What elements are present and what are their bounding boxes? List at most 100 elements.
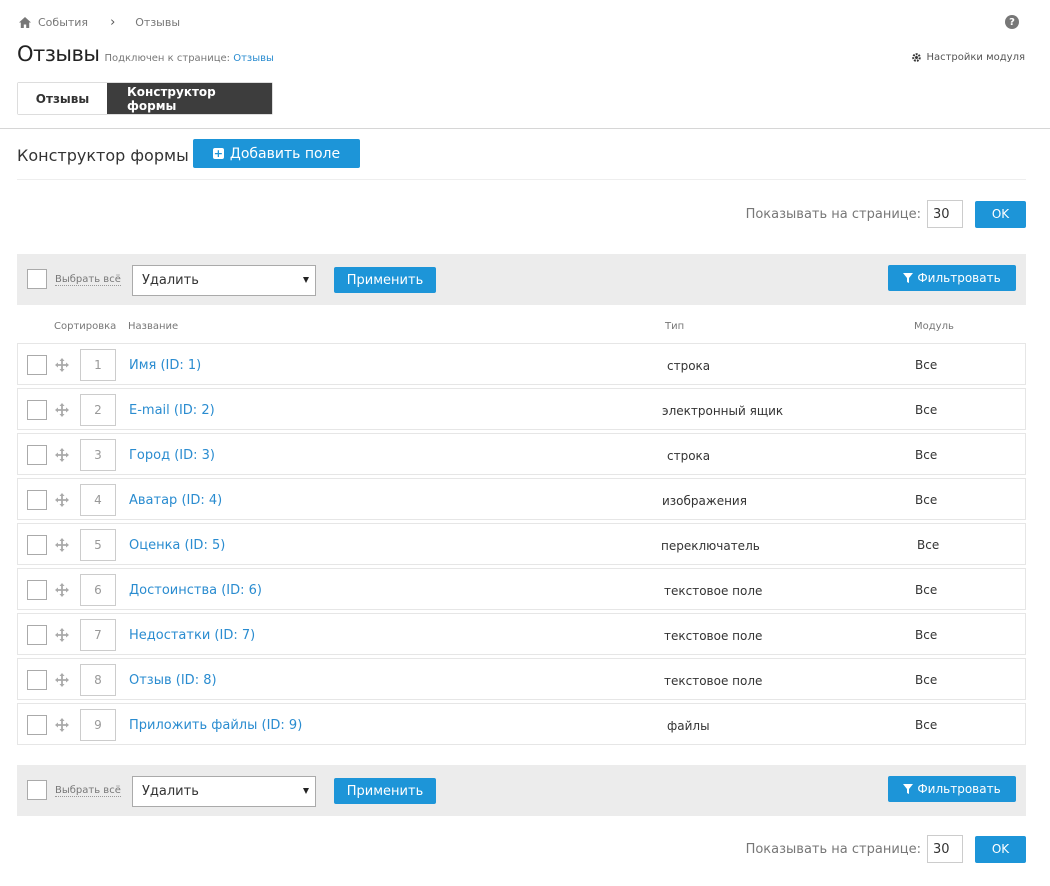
- sort-input[interactable]: 4: [80, 484, 116, 516]
- move-icon[interactable]: [55, 538, 69, 552]
- bulk-action-select[interactable]: Удалить: [132, 265, 316, 296]
- tab-reviews[interactable]: Отзывы: [18, 83, 107, 114]
- field-module: Все: [915, 493, 938, 507]
- funnel-icon: [903, 273, 914, 283]
- row-checkbox[interactable]: [27, 580, 47, 600]
- column-header-sort[interactable]: Сортировка: [54, 321, 116, 332]
- filter-button[interactable]: Фильтровать: [888, 265, 1016, 291]
- move-icon[interactable]: [55, 493, 69, 507]
- perpage-input[interactable]: 30: [927, 200, 963, 228]
- sort-input[interactable]: 5: [80, 529, 116, 561]
- field-module: Все: [915, 583, 938, 597]
- row-checkbox[interactable]: [27, 400, 47, 420]
- field-type: строка: [667, 449, 711, 463]
- select-all-link[interactable]: Выбрать всё: [55, 274, 121, 286]
- table-header: Сортировка Название Тип Модуль: [17, 321, 1026, 335]
- perpage-ok-button[interactable]: OK: [975, 200, 1026, 228]
- caret-down-icon: [303, 277, 309, 283]
- column-header-name[interactable]: Название: [128, 321, 178, 332]
- perpage-top: Показывать на странице: 30 OK: [746, 200, 1026, 228]
- move-icon[interactable]: [55, 448, 69, 462]
- column-header-type[interactable]: Тип: [665, 321, 684, 332]
- field-type: электронный ящик: [662, 404, 784, 418]
- filter-label: Фильтровать: [917, 782, 1001, 796]
- subtitle: Подключен к странице: Отзывы: [104, 53, 273, 64]
- field-module: Все: [915, 403, 938, 417]
- field-type: переключатель: [661, 539, 760, 553]
- perpage-input[interactable]: 30: [927, 835, 963, 863]
- filter-button[interactable]: Фильтровать: [888, 776, 1016, 802]
- field-name-link[interactable]: Аватар (ID: 4): [129, 493, 222, 508]
- select-all-checkbox[interactable]: [27, 780, 47, 800]
- perpage-ok-button[interactable]: OK: [975, 835, 1026, 863]
- table-row: 4 Аватар (ID: 4) изображения Все: [17, 478, 1026, 520]
- sort-input[interactable]: 9: [80, 709, 116, 741]
- apply-button[interactable]: Применить: [334, 267, 436, 293]
- tab-form-builder[interactable]: Конструктор формы: [107, 83, 272, 114]
- title-row: Отзывы Подключен к странице: Отзывы: [17, 42, 274, 66]
- sort-input[interactable]: 6: [80, 574, 116, 606]
- field-module: Все: [915, 673, 938, 687]
- move-icon[interactable]: [55, 358, 69, 372]
- section-title: Конструктор формы: [17, 146, 189, 165]
- table-row: 7 Недостатки (ID: 7) текстовое поле Все: [17, 613, 1026, 655]
- bulk-actions-bar-bottom: Выбрать всё Удалить Применить Фильтроват…: [17, 765, 1026, 816]
- move-icon[interactable]: [55, 628, 69, 642]
- plus-icon: +: [212, 147, 224, 160]
- row-checkbox[interactable]: [27, 670, 47, 690]
- table-row: 1 Имя (ID: 1) строка Все: [17, 343, 1026, 385]
- field-name-link[interactable]: Приложить файлы (ID: 9): [129, 718, 302, 733]
- sort-input[interactable]: 2: [80, 394, 116, 426]
- help-icon[interactable]: ?: [1005, 15, 1019, 29]
- tabs: Отзывы Конструктор формы: [17, 82, 273, 115]
- breadcrumb-current: Отзывы: [135, 16, 181, 29]
- table-row: 6 Достоинства (ID: 6) текстовое поле Все: [17, 568, 1026, 610]
- field-name-link[interactable]: Оценка (ID: 5): [129, 538, 225, 553]
- module-settings-link[interactable]: Настройки модуля: [911, 52, 1025, 63]
- row-checkbox[interactable]: [27, 445, 47, 465]
- field-type: строка: [667, 359, 711, 373]
- move-icon[interactable]: [55, 718, 69, 732]
- column-header-module[interactable]: Модуль: [914, 321, 954, 332]
- divider: [17, 179, 1026, 180]
- bulk-action-value: Удалить: [142, 784, 199, 799]
- field-name-link[interactable]: E-mail (ID: 2): [129, 403, 215, 418]
- breadcrumb: События › Отзывы: [18, 15, 180, 30]
- sort-input[interactable]: 3: [80, 439, 116, 471]
- move-icon[interactable]: [55, 673, 69, 687]
- breadcrumb-home-link[interactable]: События: [38, 16, 88, 29]
- add-field-button[interactable]: + Добавить поле: [193, 139, 360, 168]
- sort-input[interactable]: 1: [80, 349, 116, 381]
- field-name-link[interactable]: Имя (ID: 1): [129, 358, 201, 373]
- row-checkbox[interactable]: [27, 355, 47, 375]
- home-icon[interactable]: [18, 16, 32, 29]
- bulk-action-value: Удалить: [142, 273, 199, 288]
- field-name-link[interactable]: Отзыв (ID: 8): [129, 673, 217, 688]
- row-checkbox[interactable]: [27, 490, 47, 510]
- select-all-checkbox[interactable]: [27, 269, 47, 289]
- table-row: 8 Отзыв (ID: 8) текстовое поле Все: [17, 658, 1026, 700]
- row-checkbox[interactable]: [27, 625, 47, 645]
- move-icon[interactable]: [55, 583, 69, 597]
- row-checkbox[interactable]: [27, 535, 47, 555]
- filter-label: Фильтровать: [917, 271, 1001, 285]
- field-type: текстовое поле: [664, 674, 763, 688]
- field-name-link[interactable]: Недостатки (ID: 7): [129, 628, 255, 643]
- move-icon[interactable]: [55, 403, 69, 417]
- row-checkbox[interactable]: [27, 715, 47, 735]
- bulk-actions-bar-top: Выбрать всё Удалить Применить Фильтроват…: [17, 254, 1026, 305]
- field-module: Все: [915, 358, 938, 372]
- field-module: Все: [915, 718, 938, 732]
- sort-input[interactable]: 8: [80, 664, 116, 696]
- bulk-action-select[interactable]: Удалить: [132, 776, 316, 807]
- subtitle-prefix: Подключен к странице:: [104, 53, 231, 64]
- sort-input[interactable]: 7: [80, 619, 116, 651]
- perpage-label: Показывать на странице:: [745, 841, 921, 857]
- add-field-label: Добавить поле: [229, 145, 341, 162]
- subtitle-page-link[interactable]: Отзывы: [233, 53, 274, 64]
- field-name-link[interactable]: Город (ID: 3): [129, 448, 215, 463]
- apply-button[interactable]: Применить: [334, 778, 436, 804]
- table-row: 5 Оценка (ID: 5) переключатель Все: [17, 523, 1026, 565]
- field-name-link[interactable]: Достоинства (ID: 6): [129, 583, 262, 598]
- select-all-link[interactable]: Выбрать всё: [55, 785, 121, 797]
